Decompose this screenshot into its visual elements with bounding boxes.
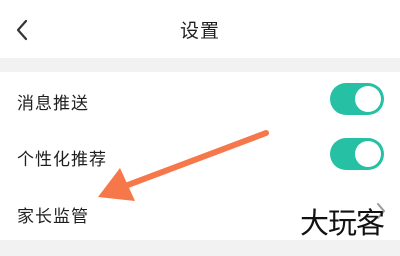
personalized-recommend-toggle[interactable] [330, 138, 384, 170]
page-title: 设置 [179, 20, 220, 42]
toggle-knob [355, 141, 381, 167]
settings-item-label: 消息推送 [17, 94, 89, 114]
settings-item-label: 个性化推荐 [17, 150, 107, 170]
settings-item-personalized-recommend[interactable]: 个性化推荐 [0, 128, 400, 184]
settings-item-message-push[interactable]: 消息推送 [0, 72, 400, 128]
toggle-knob [355, 86, 381, 112]
header-bar: 设置 [0, 0, 400, 58]
settings-screen: 设置 消息推送 个性化推荐 家长监管 大玩客 [0, 0, 400, 256]
watermark: 大玩客 [300, 206, 385, 240]
message-push-toggle[interactable] [330, 83, 384, 115]
settings-item-label: 家长监管 [17, 207, 89, 227]
